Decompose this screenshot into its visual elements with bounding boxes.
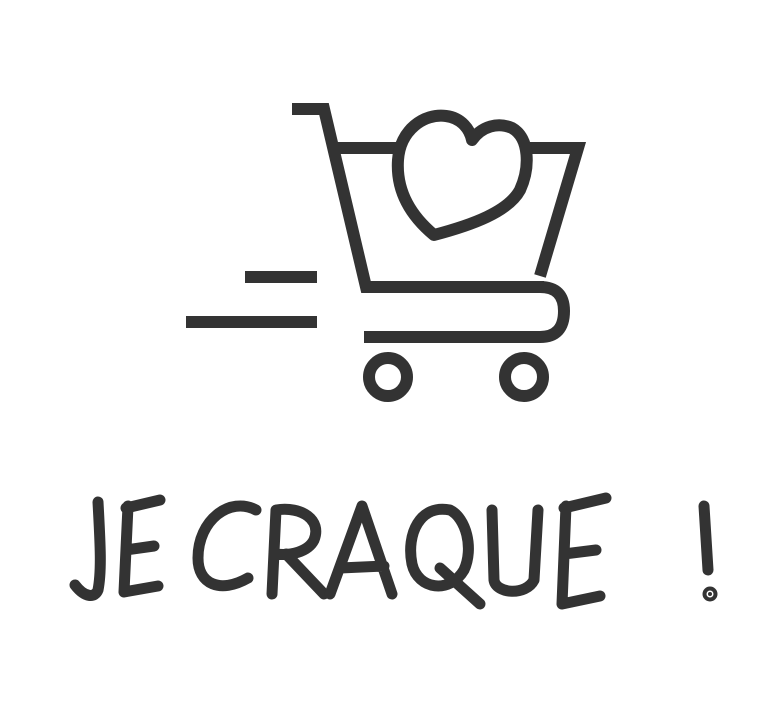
cart-basket-top (333, 142, 587, 278)
handwritten-caption-lettering (69, 492, 718, 610)
heart-icon (391, 109, 533, 241)
letter-exclamation (698, 500, 714, 576)
logo-canvas: JE CRAQUE ! (0, 0, 776, 715)
brand-caption: JE CRAQUE ! (40, 470, 740, 630)
speed-lines-icon (186, 271, 317, 328)
letter-r (266, 503, 330, 600)
cart-wheel-right (499, 352, 549, 402)
letter-q (405, 503, 486, 610)
letter-c (192, 500, 262, 592)
exclamation-dot (702, 586, 718, 602)
cart-base-bar (364, 281, 571, 343)
cart-wheel-left (363, 352, 413, 402)
letter-e (118, 494, 166, 598)
letter-a (324, 500, 398, 600)
letter-u (486, 504, 544, 597)
letter-j (69, 496, 106, 601)
letter-e-2 (556, 492, 612, 610)
